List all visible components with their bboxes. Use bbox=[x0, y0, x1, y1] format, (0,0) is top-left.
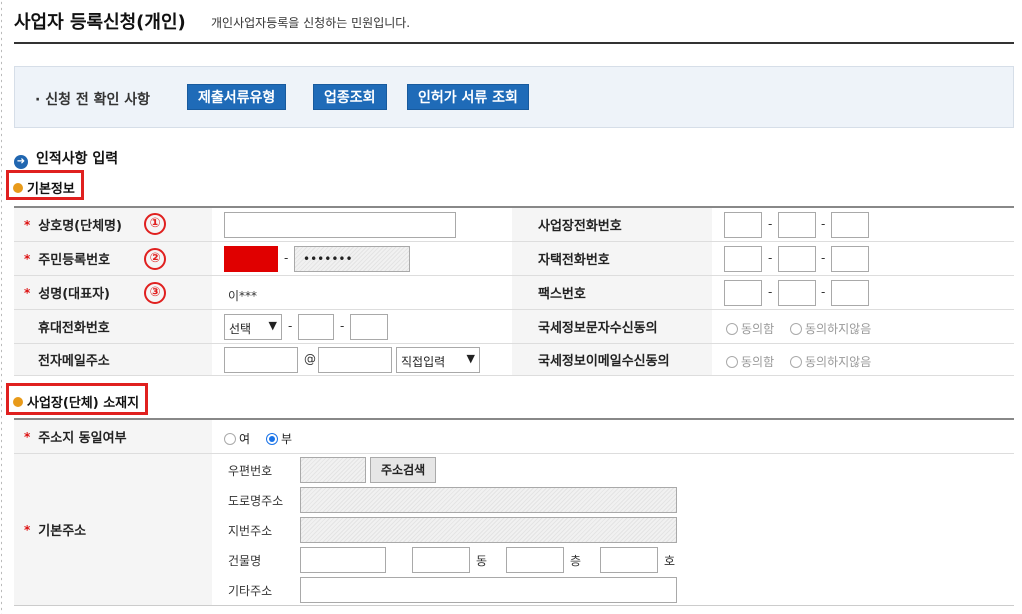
home-phone-2[interactable] bbox=[778, 246, 816, 272]
same-address-label: * 주소지 동일여부 bbox=[14, 420, 212, 453]
chevron-down-icon: ▼ bbox=[466, 352, 475, 365]
resident-no-label: * 주민등록번호 bbox=[14, 242, 212, 275]
address-search-button[interactable]: 주소검색 bbox=[370, 457, 437, 483]
building-floor-input[interactable] bbox=[506, 547, 564, 573]
mobile-middle-input[interactable] bbox=[298, 314, 334, 340]
arrow-right-icon: ➜ bbox=[14, 155, 28, 169]
postal-code-input bbox=[300, 457, 366, 483]
table-row: 휴대전화번호 선택 ▼ - - 국세정보문자수신동의 동의함 동의하지않음 bbox=[14, 310, 1014, 344]
table-row: * 주민등록번호 ② - ••••••• 자택전화번호 - - bbox=[14, 242, 1014, 276]
email-domain-input[interactable] bbox=[318, 347, 392, 373]
building-label: 건물명 bbox=[228, 554, 262, 568]
home-phone-3[interactable] bbox=[831, 246, 869, 272]
business-phone-3[interactable] bbox=[831, 212, 869, 238]
postal-code-label: 우편번호 bbox=[228, 464, 273, 478]
road-address-label: 도로명주소 bbox=[228, 494, 284, 508]
fax-1[interactable] bbox=[724, 280, 762, 306]
address-table: * 주소지 동일여부 여 부 * 기본주소 우편번호 주소검색 도로명주소 지번주소… bbox=[14, 418, 1014, 614]
base-address-label: * 기본주소 bbox=[14, 454, 212, 605]
mobile-last-input[interactable] bbox=[350, 314, 388, 340]
lot-address-label: 지번주소 bbox=[228, 524, 273, 538]
road-address-input bbox=[300, 487, 677, 513]
home-phone-label: 자택전화번호 bbox=[512, 242, 712, 275]
table-row: * 상호명(단체명) ① 사업장전화번호 - - bbox=[14, 208, 1014, 242]
business-phone-label: 사업장전화번호 bbox=[512, 208, 712, 241]
resident-no-front-redacted bbox=[224, 246, 278, 272]
left-dotted-border bbox=[0, 0, 3, 614]
page-title: 사업자 등록신청(개인) bbox=[14, 12, 186, 33]
page-header: 사업자 등록신청(개인) 개인사업자등록을 신청하는 민원입니다. bbox=[14, 8, 1014, 44]
mobile-prefix-select[interactable]: 선택 ▼ bbox=[224, 314, 282, 340]
page-description: 개인사업자등록을 신청하는 민원입니다. bbox=[211, 16, 411, 30]
lot-address-input bbox=[300, 517, 677, 543]
same-address-yes-radio[interactable]: 여 bbox=[224, 430, 250, 447]
table-row: * 성명(대표자) ③ 이*** 팩스번호 - - bbox=[14, 276, 1014, 310]
permit-document-lookup-button[interactable]: 인허가 서류 조회 bbox=[407, 84, 529, 110]
resident-no-back-masked: ••••••• bbox=[294, 246, 410, 272]
sms-consent-disagree-radio[interactable]: 동의하지않음 bbox=[790, 320, 871, 337]
email-id-input[interactable] bbox=[224, 347, 298, 373]
mobile-label: 휴대전화번호 bbox=[14, 310, 212, 343]
address-heading: 사업장(단체) 소재지 bbox=[6, 383, 149, 415]
same-address-no-radio[interactable]: 부 bbox=[266, 430, 292, 447]
sms-consent-label: 국세정보문자수신동의 bbox=[512, 310, 712, 343]
precheck-label: · 신청 전 확인 사항 bbox=[35, 92, 150, 108]
table-row: 전자메일주소 @ 직접입력 ▼ 국세정보이메일수신동의 동의함 동의하지않음 bbox=[14, 344, 1014, 376]
email-consent-label: 국세정보이메일수신동의 bbox=[512, 344, 712, 375]
marker-1: ① bbox=[144, 213, 166, 235]
business-phone-2[interactable] bbox=[778, 212, 816, 238]
chevron-down-icon: ▼ bbox=[268, 319, 277, 332]
table-row: * 기본주소 우편번호 주소검색 도로명주소 지번주소 건물명 동 층 호 기타주… bbox=[14, 454, 1014, 606]
bullet-icon bbox=[13, 183, 23, 193]
precheck-panel: · 신청 전 확인 사항 제출서류유형 업종조회 인허가 서류 조회 bbox=[14, 66, 1014, 128]
email-domain-select[interactable]: 직접입력 ▼ bbox=[396, 347, 480, 373]
fax-2[interactable] bbox=[778, 280, 816, 306]
basic-info-table: * 상호명(단체명) ① 사업장전화번호 - - * 주민등록번호 ② - ••••… bbox=[14, 206, 1014, 376]
marker-2: ② bbox=[144, 248, 166, 270]
building-ho-input[interactable] bbox=[600, 547, 658, 573]
name-value: 이*** bbox=[228, 289, 258, 303]
other-address-label: 기타주소 bbox=[228, 584, 273, 598]
sms-consent-agree-radio[interactable]: 동의함 bbox=[726, 320, 774, 337]
trade-name-input[interactable] bbox=[224, 212, 456, 238]
section-title: ➜ 인적사항 입력 bbox=[14, 148, 118, 169]
trade-name-label: * 상호명(단체명) bbox=[14, 208, 212, 241]
home-phone-1[interactable] bbox=[724, 246, 762, 272]
email-consent-agree-radio[interactable]: 동의함 bbox=[726, 353, 774, 370]
submission-document-type-button[interactable]: 제출서류유형 bbox=[187, 84, 287, 110]
table-row: * 주소지 동일여부 여 부 bbox=[14, 420, 1014, 454]
name-label: * 성명(대표자) bbox=[14, 276, 212, 309]
building-dong-input[interactable] bbox=[412, 547, 470, 573]
email-label: 전자메일주소 bbox=[14, 344, 212, 375]
other-address-input[interactable] bbox=[300, 577, 677, 603]
fax-3[interactable] bbox=[831, 280, 869, 306]
basic-info-heading: 기본정보 bbox=[6, 170, 84, 200]
building-name-input[interactable] bbox=[300, 547, 386, 573]
fax-label: 팩스번호 bbox=[512, 276, 712, 309]
industry-lookup-button[interactable]: 업종조회 bbox=[313, 84, 387, 110]
business-phone-1[interactable] bbox=[724, 212, 762, 238]
email-consent-disagree-radio[interactable]: 동의하지않음 bbox=[790, 353, 871, 370]
marker-3: ③ bbox=[144, 282, 166, 304]
bullet-icon bbox=[13, 397, 23, 407]
